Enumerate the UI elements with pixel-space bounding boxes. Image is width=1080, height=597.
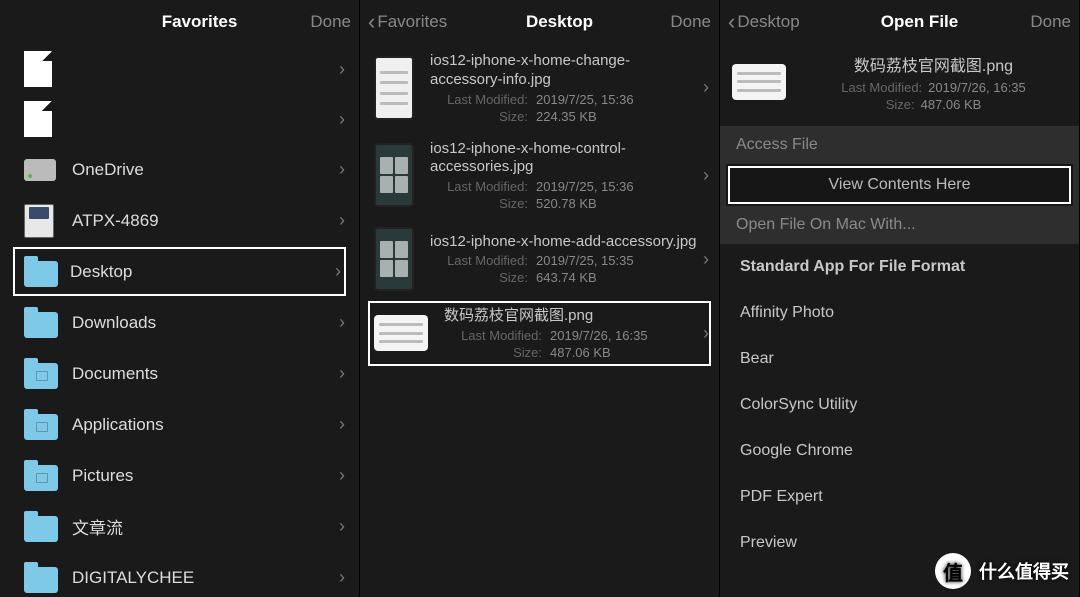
file-thumbnail	[374, 315, 428, 351]
file-meta: ios12-iphone-x-home-control-accessories.…	[430, 140, 697, 212]
document-icon	[24, 51, 72, 87]
folder-icon	[24, 563, 72, 593]
app-option[interactable]: PDF Expert	[720, 474, 1079, 520]
open-file-pane: ‹ Desktop Open File Done 数码荔枝官网截图.png La…	[720, 0, 1080, 597]
drive-icon	[24, 159, 72, 181]
file-row[interactable]: ios12-iphone-x-home-add-accessory.jpg La…	[360, 219, 719, 299]
file-meta: 数码荔枝官网截图.png Last Modified:2019/7/26, 16…	[444, 307, 697, 360]
chevron-right-icon: ›	[703, 249, 709, 270]
chevron-right-icon: ›	[339, 109, 345, 130]
app-option[interactable]: Affinity Photo	[720, 290, 1079, 336]
item-label: 文章流	[72, 514, 339, 539]
navbar: ‹ Favorites Desktop Done	[360, 0, 719, 44]
item-label: Pictures	[72, 466, 339, 486]
app-option[interactable]: Bear	[720, 336, 1079, 382]
chevron-right-icon: ›	[335, 261, 341, 282]
folder-icon	[24, 308, 72, 338]
done-button[interactable]: Done	[301, 12, 351, 32]
disk-icon	[24, 204, 72, 238]
file-thumbnail	[732, 64, 786, 100]
favorite-item-applications[interactable]: Applications ›	[0, 399, 359, 450]
app-option-standard[interactable]: Standard App For File Format	[720, 244, 1079, 290]
watermark-text: 什么值得买	[979, 558, 1069, 584]
nav-title: Desktop	[526, 12, 593, 32]
favorite-item-documents[interactable]: Documents ›	[0, 348, 359, 399]
file-row[interactable]: 数码荔枝官网截图.png Last Modified:2019/7/26, 16…	[366, 299, 713, 368]
nav-title: Open File	[881, 12, 958, 32]
app-option[interactable]: Google Chrome	[720, 428, 1079, 474]
item-label: Downloads	[72, 313, 339, 333]
section-open-with: Open File On Mac With...	[720, 206, 1079, 244]
nav-title: Favorites	[162, 12, 238, 32]
favorite-item-disk[interactable]: ATPX-4869 ›	[0, 195, 359, 246]
favorite-item-file[interactable]: ›	[0, 44, 359, 94]
folder-icon	[24, 512, 72, 542]
file-meta: ios12-iphone-x-home-add-accessory.jpg La…	[430, 233, 697, 286]
item-label: Desktop	[70, 262, 335, 282]
favorite-item-file[interactable]: ›	[0, 94, 359, 144]
file-name: ios12-iphone-x-home-change-accessory-inf…	[430, 52, 697, 90]
folder-icon	[24, 359, 72, 389]
item-label: OneDrive	[72, 160, 339, 180]
chevron-left-icon: ‹	[368, 11, 375, 33]
chevron-right-icon: ›	[339, 159, 345, 180]
favorites-list: › › OneDrive › ATPX-4869 › Desktop › Dow…	[0, 44, 359, 597]
file-row[interactable]: ios12-iphone-x-home-control-accessories.…	[360, 132, 719, 220]
nav-back-button[interactable]: ‹ Favorites	[368, 11, 458, 33]
file-thumbnail	[374, 143, 414, 207]
chevron-right-icon: ›	[339, 567, 345, 588]
file-name: 数码荔枝官网截图.png	[444, 307, 697, 326]
folder-icon	[24, 257, 70, 287]
file-thumbnail	[374, 56, 414, 120]
chevron-left-icon: ‹	[728, 11, 735, 33]
section-access-file: Access File	[720, 126, 1079, 164]
chevron-right-icon: ›	[339, 210, 345, 231]
file-summary: 数码荔枝官网截图.png Last Modified:2019/7/26, 16…	[720, 44, 1079, 126]
view-contents-button[interactable]: View Contents Here	[726, 164, 1073, 206]
favorite-item-downloads[interactable]: Downloads ›	[0, 297, 359, 348]
navbar: ‹ Desktop Open File Done	[720, 0, 1079, 44]
nav-back-label: Favorites	[377, 12, 447, 32]
item-label: DIGITALYCHEE	[72, 568, 339, 588]
done-button[interactable]: Done	[661, 12, 711, 32]
file-meta: ios12-iphone-x-home-change-accessory-inf…	[430, 52, 697, 124]
done-button[interactable]: Done	[1021, 12, 1071, 32]
chevron-right-icon: ›	[339, 59, 345, 80]
nav-back-label: Desktop	[737, 12, 799, 32]
favorite-item-onedrive[interactable]: OneDrive ›	[0, 144, 359, 195]
file-name: ios12-iphone-x-home-control-accessories.…	[430, 140, 697, 178]
chevron-right-icon: ›	[703, 77, 709, 98]
favorite-item-desktop[interactable]: Desktop ›	[12, 246, 347, 297]
chevron-right-icon: ›	[339, 414, 345, 435]
watermark-badge-icon: 值	[935, 553, 971, 589]
chevron-right-icon: ›	[703, 323, 709, 344]
chevron-right-icon: ›	[703, 165, 709, 186]
file-list: ios12-iphone-x-home-change-accessory-inf…	[360, 44, 719, 597]
favorite-item-folder[interactable]: DIGITALYCHEE ›	[0, 552, 359, 597]
item-label: Documents	[72, 364, 339, 384]
folder-icon	[24, 461, 72, 491]
favorite-item-folder[interactable]: 文章流 ›	[0, 501, 359, 552]
item-label: Applications	[72, 415, 339, 435]
app-option[interactable]: ColorSync Utility	[720, 382, 1079, 428]
chevron-right-icon: ›	[339, 516, 345, 537]
document-icon	[24, 101, 72, 137]
file-name: 数码荔枝官网截图.png	[800, 52, 1067, 76]
watermark: 值 什么值得买	[935, 553, 1069, 589]
file-list-pane: ‹ Favorites Desktop Done ios12-iphone-x-…	[360, 0, 720, 597]
file-row[interactable]: ios12-iphone-x-home-change-accessory-inf…	[360, 44, 719, 132]
chevron-right-icon: ›	[339, 312, 345, 333]
chevron-right-icon: ›	[339, 363, 345, 384]
item-label: ATPX-4869	[72, 211, 339, 231]
file-name: ios12-iphone-x-home-add-accessory.jpg	[430, 233, 697, 252]
favorite-item-pictures[interactable]: Pictures ›	[0, 450, 359, 501]
navbar: ‹ Favorites Done	[0, 0, 359, 44]
file-thumbnail	[374, 227, 414, 291]
folder-icon	[24, 410, 72, 440]
chevron-right-icon: ›	[339, 465, 345, 486]
favorites-pane: ‹ Favorites Done › › OneDrive › ATPX-486…	[0, 0, 360, 597]
nav-back-button[interactable]: ‹ Desktop	[728, 11, 818, 33]
